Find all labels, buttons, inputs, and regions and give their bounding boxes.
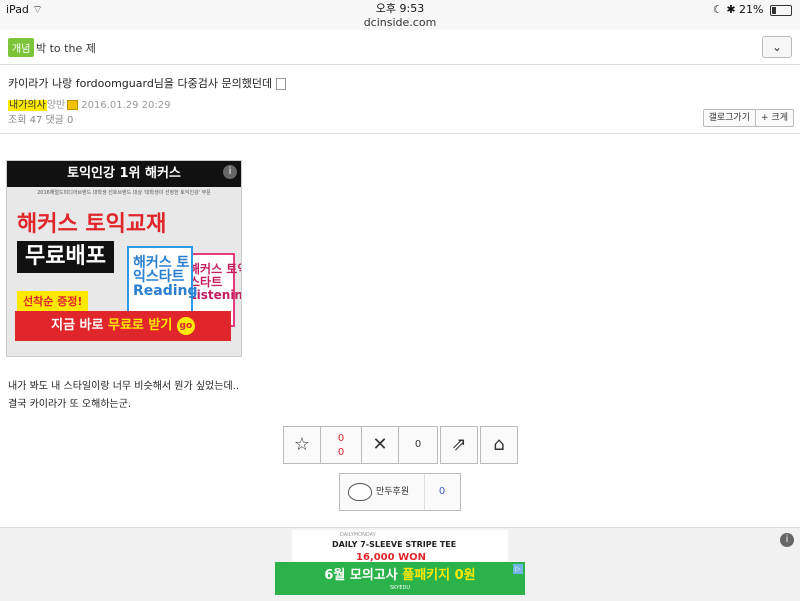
bottom-ad-area: i DAILYMONDAY DAILY 7-SLEEVE STRIPE TEE … [0, 527, 800, 601]
recommend-count-box: 0 0 [320, 426, 362, 464]
ad-cta-strong: 무료로 받기 [108, 318, 173, 333]
close-icon: ✕ [372, 434, 388, 455]
document-icon [276, 78, 287, 90]
status-center: 오후 9:53 dcinside.com [0, 2, 800, 30]
status-time: 오후 9:53 [375, 2, 425, 15]
ad-cta-button[interactable]: 지금 바로 무료로 받기 go [15, 311, 231, 341]
author-nickname-extra: 양반 [46, 100, 66, 111]
hackers-ad[interactable]: 토익인강 1위 해커스 i 2016해럴드미디어브랜드 대학생 선호브랜드 대상… [6, 160, 242, 357]
info-icon[interactable]: i [223, 165, 237, 179]
gallery-menu-button[interactable]: ⌄ [762, 36, 792, 58]
donate-label: 만두후원 [376, 487, 410, 497]
recommend-count: 0 [337, 433, 345, 444]
post-date: 2016.01.29 20:29 [81, 100, 171, 111]
moon-icon: ☾ [712, 3, 723, 16]
share-button[interactable]: ⇗ [440, 426, 478, 464]
banner-title: DAILY 7-SLEEVE STRIPE TEE [332, 540, 457, 549]
zoom-button[interactable]: + 크게 [755, 109, 794, 127]
siren-icon: ⌂ [493, 434, 505, 455]
skyedu-accent: 풀패키지 0원 [402, 568, 476, 583]
author-nickname[interactable]: 내가의사 [8, 100, 47, 111]
dumpling-icon [348, 483, 372, 501]
clothing-banner[interactable]: DAILYMONDAY DAILY 7-SLEEVE STRIPE TEE 16… [292, 530, 508, 564]
battery-icon [770, 4, 792, 16]
ad-top-text: 토익인강 1위 해커스 [7, 161, 241, 187]
report-button[interactable]: ⌂ [480, 426, 518, 464]
post-body-line: 내가 봐도 내 스타일이랑 너무 비슷해서 뭔가 싶었는데.. [8, 381, 240, 392]
post-title: 카이라가 나랑 fordoomguard님을 다중검사 문의했던데 [8, 75, 287, 91]
ad-choices-icon[interactable]: ▷ [513, 564, 523, 574]
recommend-sub-count: 0 [337, 447, 345, 458]
ad-headline-2: 무료배포 [17, 241, 114, 273]
go-icon: go [176, 316, 195, 335]
post-counts: 조회 47 댓글 0 [8, 115, 74, 126]
post-body-line: 결국 카이라가 또 오해하는군. [8, 399, 132, 410]
post-title-text: 카이라가 나랑 fordoomguard님을 다중검사 문의했던데 [8, 77, 273, 90]
book-reading-title: 해커스 토익스타트 Reading [133, 255, 198, 299]
post-body: 내가 봐도 내 스타일이랑 너무 비슷해서 뭔가 싶었는데.. 결국 카이라가 … [8, 378, 239, 414]
banner-brand: DAILYMONDAY [340, 532, 376, 538]
status-bar: iPad ⌔ 오후 9:53 dcinside.com ☾ ✱ 21% [0, 0, 800, 30]
share-icon: ⇗ [451, 434, 467, 455]
donate-button[interactable]: 만두후원 0 [339, 473, 461, 511]
not-recommend-count: 0 [414, 439, 422, 450]
skyedu-banner[interactable]: 6월 모의고사 풀패키지 0원 SKYEDU ▷ [275, 562, 525, 595]
gallog-badge-icon [67, 100, 79, 110]
skyedu-banner-text: 6월 모의고사 풀패키지 0원 [275, 564, 525, 583]
status-right: ☾ ✱ 21% [713, 3, 792, 16]
battery-fill [772, 6, 776, 14]
post-header: 카이라가 나랑 fordoomguard님을 다중검사 문의했던데 내가의사양반… [0, 65, 800, 134]
ad-headline: 해커스 토익교재 [17, 212, 167, 237]
gallery-header: 개념 박 to the 제 ⌄ [0, 30, 800, 65]
battery-percent: 21% [739, 3, 764, 16]
gallery-badge: 개념 [8, 38, 35, 57]
donate-count: 0 [438, 486, 446, 497]
ad-subtext: 2016해럴드미디어브랜드 대학생 선호브랜드 대상 '대학생이 선정한 토익인… [37, 190, 211, 196]
skyedu-brand: SKYEDU [390, 585, 410, 591]
donate-left: 만두후원 [340, 474, 425, 510]
gallery-name[interactable]: 박 to the 제 [36, 40, 96, 56]
chevron-down-icon: ⌄ [771, 40, 783, 54]
not-recommend-count-box: 0 [398, 426, 438, 464]
ad-badge: 선착순 증정! [17, 291, 89, 311]
address-bar-url[interactable]: dcinside.com [0, 16, 800, 30]
bluetooth-icon: ✱ [726, 3, 736, 16]
info-icon[interactable]: i [780, 533, 794, 547]
star-icon: ☆ [293, 434, 311, 455]
skyedu-prefix: 6월 모의고사 [324, 568, 403, 583]
not-recommend-button[interactable]: ✕ [361, 426, 399, 464]
ad-cta-prefix: 지금 바로 [51, 318, 109, 333]
post-meta: 내가의사양반 2016.01.29 20:29 [8, 96, 170, 111]
gallog-button[interactable]: 갤로그가기 [702, 109, 756, 127]
recommend-button[interactable]: ☆ [283, 426, 321, 464]
